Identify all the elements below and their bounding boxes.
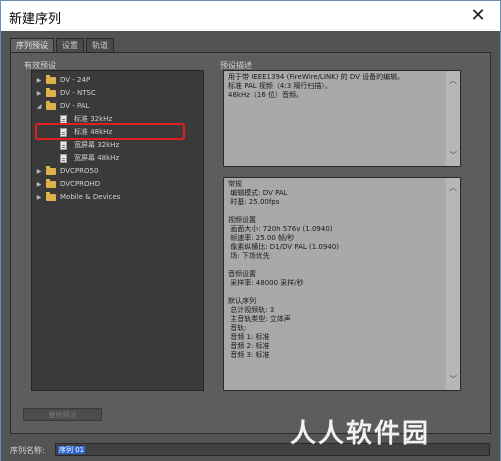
preset-tree[interactable]: ▶ DV - 24P ▶ DV - NTSC ◢ DV - PAL 标准 32k…	[31, 70, 204, 391]
selection-highlight-outline	[35, 123, 185, 140]
preset-description-text: 用于带 IEEE1394 (FireWire/LINK) 的 DV 设备的编辑。…	[228, 73, 405, 99]
expand-arrow-icon[interactable]: ▶	[35, 87, 43, 100]
tree-label: DVCPRO50	[60, 167, 99, 175]
folder-icon	[46, 179, 56, 188]
tree-folder-dv-ntsc[interactable]: ▶ DV - NTSC	[32, 87, 203, 100]
description-scrollbar[interactable]: ︿ ﹀	[446, 71, 460, 166]
tree-folder-dv-24p[interactable]: ▶ DV - 24P	[32, 74, 203, 87]
watermark-logo: 人人软件园	[290, 419, 431, 449]
tab-settings[interactable]: 设置	[56, 38, 84, 52]
folder-icon	[46, 101, 56, 110]
close-icon[interactable]: ✕	[468, 6, 488, 26]
tree-preset-widescreen-48khz[interactable]: 宽屏幕 48kHz	[32, 152, 203, 165]
expand-arrow-icon[interactable]: ▶	[35, 178, 43, 191]
tab-tracks[interactable]: 轨道	[86, 38, 114, 52]
scroll-up-icon[interactable]: ︿	[446, 182, 460, 194]
tree-label: DV - NTSC	[60, 89, 96, 97]
expand-arrow-icon[interactable]: ▶	[35, 74, 43, 87]
preset-file-icon	[60, 141, 67, 150]
tree-folder-dvcpro50[interactable]: ▶ DVCPRO50	[32, 165, 203, 178]
scroll-down-icon[interactable]: ﹀	[446, 374, 460, 386]
tree-label: Mobile & Devices	[60, 193, 121, 201]
tab-bar: 序列预设 设置 轨道	[10, 38, 116, 52]
tree-label: DVCPROHD	[60, 180, 101, 188]
preset-details-text: 常规 编辑模式: DV PAL 时基: 25.00fps 视频设置 画面大小: …	[228, 180, 339, 359]
expand-arrow-icon[interactable]: ▶	[35, 191, 43, 204]
sequence-name-label: 序列名称:	[10, 446, 45, 455]
scroll-down-icon[interactable]: ﹀	[446, 150, 460, 162]
delete-preset-button[interactable]: 删除预设	[23, 408, 102, 421]
tree-preset-widescreen-32khz[interactable]: 宽屏幕 32kHz	[32, 139, 203, 152]
title-bar: 新建序列 ✕	[1, 1, 500, 31]
tab-sequence-presets[interactable]: 序列预设	[10, 38, 54, 52]
folder-icon	[46, 75, 56, 84]
collapse-arrow-icon[interactable]: ◢	[35, 100, 43, 113]
tree-folder-dv-pal[interactable]: ◢ DV - PAL	[32, 100, 203, 113]
expand-arrow-icon[interactable]: ▶	[35, 165, 43, 178]
tree-folder-mobile-devices[interactable]: ▶ Mobile & Devices	[32, 191, 203, 204]
scroll-up-icon[interactable]: ︿	[446, 75, 460, 87]
folder-icon	[46, 192, 56, 201]
folder-icon	[46, 166, 56, 175]
preset-details-box: 常规 编辑模式: DV PAL 时基: 25.00fps 视频设置 画面大小: …	[223, 177, 461, 391]
preset-file-icon	[60, 154, 67, 163]
tree-label: DV - PAL	[60, 102, 90, 110]
folder-icon	[46, 88, 56, 97]
tree-label: DV - 24P	[60, 76, 91, 84]
tree-folder-dvcprohd[interactable]: ▶ DVCPROHD	[32, 178, 203, 191]
sequence-name-value: 序列 01	[58, 446, 86, 454]
tree-label: 宽屏幕 48kHz	[74, 154, 120, 162]
tree-label: 宽屏幕 32kHz	[74, 141, 120, 149]
preset-description-box: 用于带 IEEE1394 (FireWire/LINK) 的 DV 设备的编辑。…	[223, 70, 461, 167]
details-scrollbar[interactable]: ︿ ﹀	[446, 178, 460, 390]
dialog-title: 新建序列	[9, 12, 62, 27]
